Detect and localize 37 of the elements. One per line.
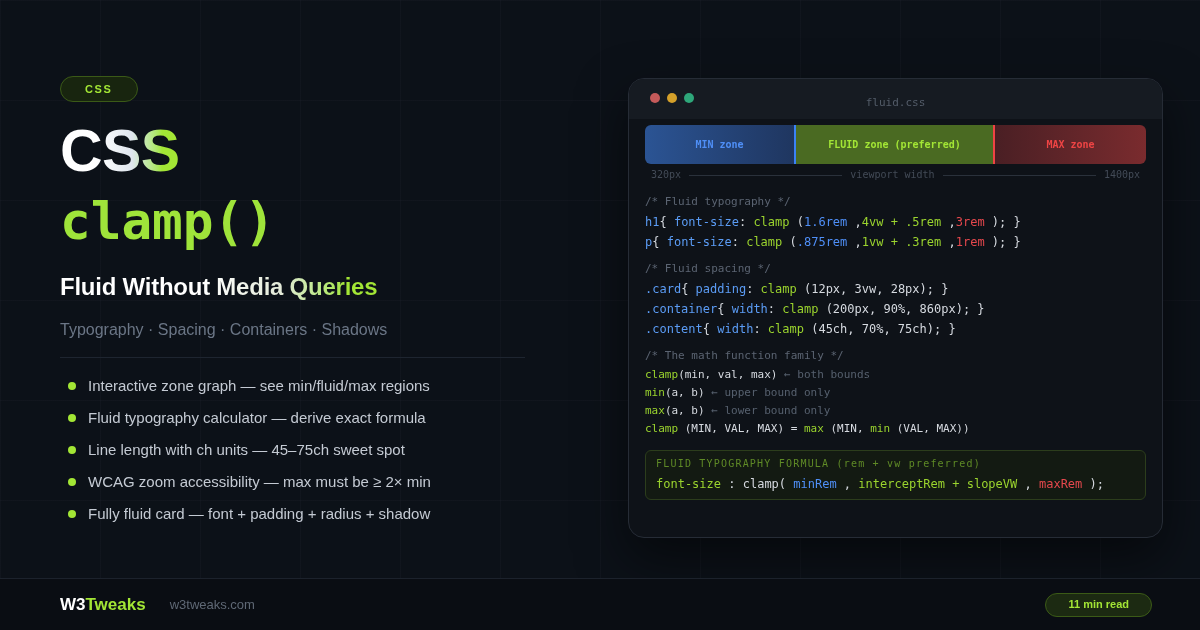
brand-logo: W3Tweaks	[60, 593, 146, 616]
code-line: max(a, b) ← lower bound only	[645, 403, 831, 419]
code-line: h1{ font-size: clamp (1.6rem ,4vw + .5rem ,3rem ); }	[645, 214, 1021, 231]
code-line: clamp (MIN, VAL, MAX) = max (MIN, min (VAL, MAX))	[645, 421, 970, 437]
bullet-icon	[68, 478, 76, 486]
zone-segment: MAX zone	[993, 125, 1146, 164]
code-line: p{ font-size: clamp (.875rem ,1vw + .3rem ,1rem ); }	[645, 234, 1021, 251]
bullet-icon	[68, 510, 76, 518]
zone-segment: MIN zone	[645, 125, 794, 164]
feature-text: Line length with ch units — 45–75ch sweet spot	[88, 440, 405, 460]
feature-text: WCAG zoom accessibility — max must be ≥ 2× min	[88, 472, 431, 492]
code-comment: /* Fluid spacing */	[645, 261, 771, 277]
code-line: .container{ width: clamp (200px, 90%, 860px); }	[645, 301, 985, 318]
feature-text: Fluid typography calculator — derive exact formula	[88, 408, 426, 428]
category-badge: CSS	[60, 76, 138, 102]
code-line: clamp(min, val, max) ← both bounds	[645, 367, 871, 383]
code-comment: /* Fluid typography */	[645, 194, 791, 210]
code-comment: /* The math function family */	[645, 348, 844, 364]
feature-text: Interactive zone graph — see min/fluid/max regions	[88, 376, 430, 396]
zone-segment: FLUID zone (preferred)	[794, 125, 993, 164]
code-line: min(a, b) ← upper bound only	[645, 385, 831, 401]
axis-label: 1400px	[1103, 170, 1140, 180]
code-line: .card{ padding: clamp (12px, 3vw, 28px); }	[645, 281, 949, 298]
formula-label: FLUID TYPOGRAPHY FORMULA (rem + vw preferred)	[656, 457, 981, 471]
site-url: w3tweaks.com	[169, 595, 255, 614]
axis-label: 320px	[651, 170, 682, 180]
code-line: .content{ width: clamp (45ch, 70%, 75ch); }	[645, 321, 956, 338]
bullet-icon	[68, 414, 76, 422]
axis-label: viewport width	[850, 170, 935, 180]
formula-code: font-size : clamp( minRem , interceptRem + slopeVW , maxRem );	[656, 476, 1104, 493]
file-name: fluid.css	[865, 94, 926, 111]
topic-list: Typography · Spacing · Containers · Shadows	[60, 322, 388, 338]
feature-text: Fully fluid card — font + padding + radius + shadow	[88, 504, 431, 524]
bullet-icon	[68, 446, 76, 454]
read-time-badge: 11 min read	[1045, 592, 1152, 617]
bullet-icon	[68, 382, 76, 390]
subtitle: Fluid Without Media Queries	[60, 275, 378, 301]
